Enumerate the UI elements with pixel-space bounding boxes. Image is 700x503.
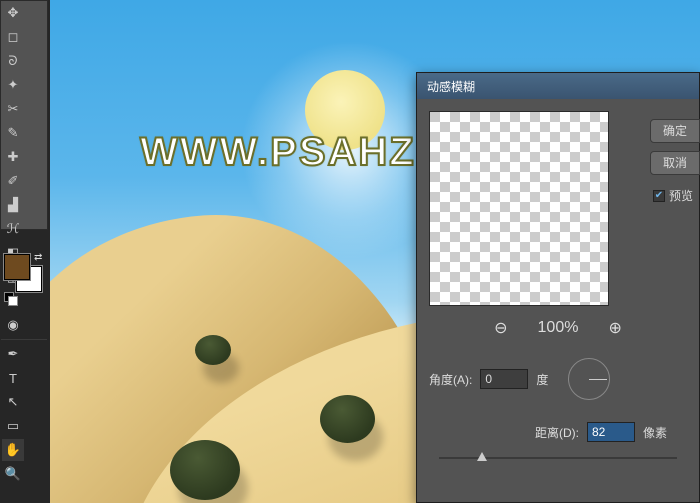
slider-track: [439, 457, 677, 459]
color-swatches[interactable]: ⇄: [0, 250, 48, 306]
slider-thumb[interactable]: [477, 452, 487, 461]
angle-label: 角度(A):: [429, 371, 472, 388]
default-colors-icon[interactable]: [4, 292, 16, 304]
wand-tool[interactable]: ✦: [2, 74, 24, 96]
distance-slider[interactable]: [429, 450, 687, 466]
history-brush[interactable]: ℋ: [2, 218, 24, 240]
lasso-tool[interactable]: ᘐ: [2, 50, 24, 72]
swap-colors-icon[interactable]: ⇄: [34, 252, 42, 263]
bush: [195, 335, 231, 365]
ok-button[interactable]: 确定: [650, 119, 700, 143]
stamp-tool[interactable]: ▟: [2, 194, 24, 216]
distance-input[interactable]: [587, 422, 635, 442]
angle-input[interactable]: [480, 369, 528, 389]
crop-tool[interactable]: ✂: [2, 98, 24, 120]
brush-tool[interactable]: ✐: [2, 170, 24, 192]
angle-unit: 度: [536, 371, 548, 388]
heal-tool[interactable]: ✚: [2, 146, 24, 168]
eyedropper-tool[interactable]: ✎: [2, 122, 24, 144]
move-tool[interactable]: ✥: [2, 2, 24, 24]
angle-dial[interactable]: [568, 358, 610, 400]
marquee-tool[interactable]: ◻: [2, 26, 24, 48]
tool-panel: ✥◻ᘐ✦✂✎✚✐▟ℋ◧◫⬮◉✒T↖▭✋🔍: [0, 0, 48, 230]
path-tool[interactable]: ↖: [2, 391, 24, 413]
dodge-tool[interactable]: ◉: [2, 314, 24, 336]
bush: [170, 440, 240, 500]
distance-unit: 像素: [643, 424, 667, 441]
bush: [320, 395, 375, 443]
distance-label: 距离(D):: [535, 424, 579, 441]
dialog-title[interactable]: 动感模糊: [417, 73, 699, 99]
cancel-button[interactable]: 取消: [650, 151, 700, 175]
pen-tool[interactable]: ✒: [2, 343, 24, 365]
hand-tool[interactable]: ✋: [2, 439, 24, 461]
zoom-out-icon[interactable]: ⊖: [494, 318, 507, 338]
foreground-swatch[interactable]: [4, 254, 30, 280]
zoom-tool[interactable]: 🔍: [2, 463, 24, 485]
type-tool[interactable]: T: [2, 367, 24, 389]
blur-preview[interactable]: [429, 111, 609, 306]
preview-checkbox[interactable]: ✔: [653, 190, 665, 202]
motion-blur-dialog: 动感模糊 确定 取消 ✔ 预览 ⊖ 100% ⊕ 角度(A): 度 距离(D):…: [416, 72, 700, 503]
preview-label: 预览: [669, 187, 693, 204]
shape-tool[interactable]: ▭: [2, 415, 24, 437]
zoom-in-icon[interactable]: ⊕: [608, 318, 621, 338]
zoom-percent: 100%: [538, 319, 579, 337]
